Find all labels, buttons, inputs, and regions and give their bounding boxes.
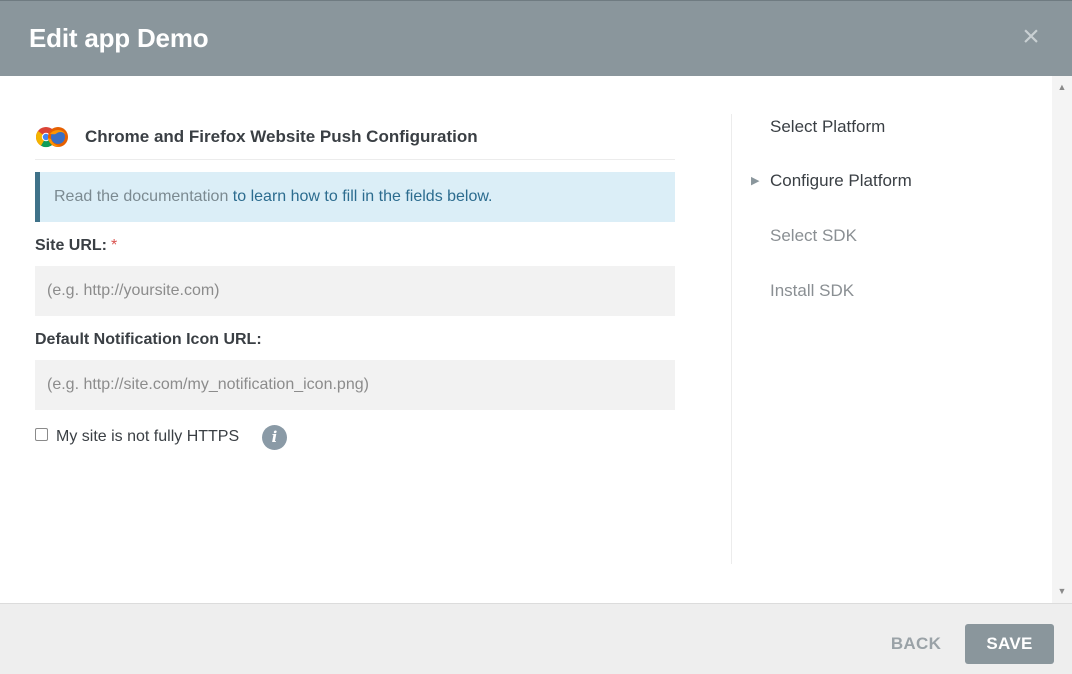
close-icon[interactable]: × xyxy=(1015,21,1047,53)
step-configure-platform[interactable]: ▶ Configure Platform xyxy=(750,168,1040,198)
column-divider xyxy=(731,114,732,564)
section-header: Chrome and Firefox Website Push Configur… xyxy=(35,124,675,160)
step-label: Select Platform xyxy=(770,117,886,136)
icon-url-label: Default Notification Icon URL: xyxy=(35,331,262,348)
dialog-header: Edit app Demo × xyxy=(0,0,1072,76)
section-title: Chrome and Firefox Website Push Configur… xyxy=(85,127,478,146)
chrome-firefox-icon xyxy=(35,127,68,148)
site-url-label: Site URL: * xyxy=(35,237,117,255)
step-label: Configure Platform xyxy=(770,171,912,190)
not-https-checkbox[interactable] xyxy=(35,428,48,441)
dialog-title: Edit app Demo xyxy=(29,23,209,53)
documentation-link[interactable]: to learn how to fill in the fields below… xyxy=(233,188,493,205)
required-marker: * xyxy=(111,237,118,254)
documentation-text: Read the documentation xyxy=(54,188,233,205)
not-https-label[interactable]: My site is not fully HTTPS xyxy=(56,428,239,446)
current-step-arrow-icon: ▶ xyxy=(751,175,760,187)
scroll-down-arrow-icon[interactable]: ▼ xyxy=(1052,584,1072,598)
vertical-scrollbar[interactable]: ▲ ▼ xyxy=(1052,76,1072,603)
step-install-sdk: Install SDK xyxy=(750,278,1040,308)
save-button[interactable]: SAVE xyxy=(965,624,1054,664)
back-button[interactable]: BACK xyxy=(880,624,952,664)
step-select-platform[interactable]: Select Platform xyxy=(750,114,1040,144)
step-label: Install SDK xyxy=(770,281,855,300)
site-url-label-text: Site URL: xyxy=(35,237,107,254)
dialog-footer: BACK SAVE xyxy=(0,603,1072,674)
step-select-sdk: Select SDK xyxy=(750,223,1040,253)
notification-icon-url-input[interactable] xyxy=(35,360,675,410)
info-icon[interactable]: i xyxy=(262,425,287,450)
documentation-notice: Read the documentation to learn how to f… xyxy=(35,172,675,222)
step-label: Select SDK xyxy=(770,226,857,245)
site-url-input[interactable] xyxy=(35,266,675,316)
scroll-up-arrow-icon[interactable]: ▲ xyxy=(1052,80,1072,94)
dialog-body: Chrome and Firefox Website Push Configur… xyxy=(0,76,1052,603)
